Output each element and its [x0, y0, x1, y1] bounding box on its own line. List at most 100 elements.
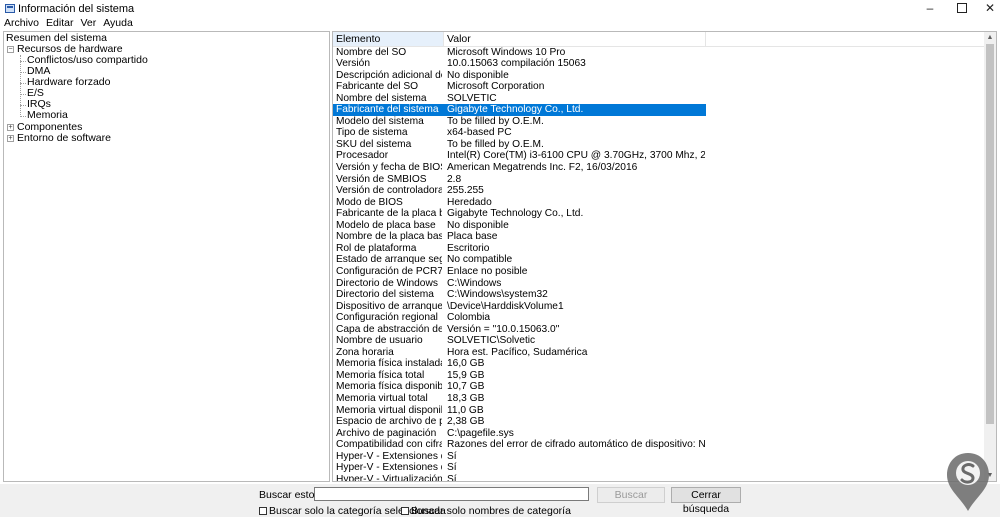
- table-row[interactable]: Procesador Intel(R) Core(TM) i3-6100 CPU …: [333, 150, 706, 162]
- table-row[interactable]: Rol de plataforma Escritorio: [333, 243, 706, 255]
- checkbox-box[interactable]: [401, 506, 409, 515]
- system-info-icon: [5, 4, 15, 13]
- search-input[interactable]: [314, 487, 589, 501]
- column-header-element[interactable]: Elemento: [333, 32, 444, 46]
- table-row[interactable]: Directorio del sistema C:\Windows\system3…: [333, 289, 706, 301]
- cell-element: Espacio de archivo de paginaci...: [336, 416, 442, 428]
- cell-element: Dispositivo de arranque: [336, 300, 442, 312]
- table-row[interactable]: Dispositivo de arranque \Device\HarddiskV…: [333, 301, 706, 313]
- cell-element: Memoria física total: [336, 369, 425, 381]
- cell-value: x64-based PC: [447, 127, 512, 139]
- table-row[interactable]: Versión 10.0.15063 compilación 15063: [333, 58, 706, 70]
- menu-ayuda[interactable]: Ayuda: [99, 17, 136, 30]
- menu-ver[interactable]: Ver: [76, 17, 99, 30]
- table-row[interactable]: Modelo de placa base No disponible: [333, 220, 706, 232]
- cell-value: Gigabyte Technology Co., Ltd.: [447, 104, 584, 116]
- table-row[interactable]: Directorio de Windows C:\Windows: [333, 278, 706, 290]
- table-row[interactable]: Versión y fecha de BIOS American Megatren…: [333, 162, 706, 174]
- table-row[interactable]: Versión de controladora integr... 255.255: [333, 185, 706, 197]
- menu-editar[interactable]: Editar: [42, 17, 76, 30]
- table-row[interactable]: Memoria física disponible 10,7 GB: [333, 381, 706, 393]
- cell-value: No disponible: [447, 69, 509, 81]
- table-row[interactable]: Archivo de paginación C:\pagefile.sys: [333, 428, 706, 440]
- cell-element: Modelo del sistema: [336, 115, 424, 127]
- search-panel: Buscar esto: Buscar Cerrar búsqueda Busc…: [0, 484, 1000, 517]
- cell-element: Descripción adicional del SO: [336, 69, 442, 81]
- scroll-thumb[interactable]: [986, 44, 994, 424]
- cell-value: Razones del error de cifrado automático …: [447, 439, 705, 451]
- vertical-scrollbar[interactable]: ▲ ▼: [984, 32, 996, 481]
- table-row[interactable]: Nombre del SO Microsoft Windows 10 Pro: [333, 47, 706, 59]
- cell-value: 2,38 GB: [447, 416, 485, 428]
- minimize-button[interactable]: –: [915, 0, 945, 17]
- table-row[interactable]: Nombre de usuario SOLVETIC\Solvetic: [333, 335, 706, 347]
- table-row[interactable]: Nombre del sistema SOLVETIC: [333, 93, 706, 105]
- table-row[interactable]: Fabricante de la placa base Gigabyte Tech…: [333, 208, 706, 220]
- table-row[interactable]: Memoria física total 15,9 GB: [333, 370, 706, 382]
- table-row[interactable]: Estado de arranque seguro No compatible: [333, 254, 706, 266]
- cell-value: Escritorio: [447, 242, 490, 254]
- table-row[interactable]: Configuración de PCR7 Enlace no posible: [333, 266, 706, 278]
- close-search-button[interactable]: Cerrar búsqueda: [671, 487, 741, 515]
- solvetic-logo: [947, 453, 989, 511]
- scroll-up-icon[interactable]: ▲: [984, 32, 996, 43]
- expand-icon[interactable]: +: [7, 124, 14, 131]
- table-row[interactable]: Capa de abstracción de hardw... Versión =…: [333, 324, 706, 336]
- close-button[interactable]: ✕: [975, 0, 1000, 17]
- cell-element: Rol de plataforma: [336, 242, 417, 254]
- table-row[interactable]: Descripción adicional del SO No disponibl…: [333, 70, 706, 82]
- cell-value: 18,3 GB: [447, 393, 485, 404]
- table-row[interactable]: Compatibilidad con cifrado de ... Razones…: [333, 439, 706, 451]
- cell-value: SOLVETIC: [447, 92, 497, 104]
- cell-element: Modelo de placa base: [336, 219, 436, 231]
- cell-element: Zona horaria: [336, 346, 394, 358]
- table-row[interactable]: SKU del sistema To be filled by O.E.M.: [333, 139, 706, 151]
- search-button[interactable]: Buscar: [597, 487, 665, 503]
- cell-element: Nombre de usuario: [336, 335, 423, 347]
- cell-element: Compatibilidad con cifrado de ...: [336, 439, 442, 451]
- maximize-button[interactable]: [947, 0, 977, 17]
- cell-value: Gigabyte Technology Co., Ltd.: [447, 208, 584, 220]
- cell-element: Memoria física disponible: [336, 381, 442, 393]
- cell-element: Fabricante del SO: [336, 81, 419, 93]
- checkbox-box[interactable]: [259, 506, 267, 515]
- cell-value: 2.8: [447, 173, 462, 185]
- cell-element: Configuración de PCR7: [336, 265, 442, 277]
- maximize-icon: [957, 2, 967, 13]
- table-row[interactable]: Fabricante del SO Microsoft Corporation: [333, 81, 706, 93]
- table-row[interactable]: Hyper-V - Extensiones de tradu... Sí: [333, 462, 706, 474]
- cell-element: Directorio del sistema: [336, 289, 434, 301]
- search-category-names-checkbox[interactable]: Buscar solo nombres de categoría: [401, 505, 571, 517]
- cell-value: 10.0.15063 compilación 15063: [447, 58, 586, 70]
- details-list[interactable]: Elemento Valor Nombre del SO Microsoft Wi…: [332, 31, 997, 482]
- table-row[interactable]: Espacio de archivo de paginaci... 2,38 GB: [333, 416, 706, 428]
- cell-element: Fabricante del sistema: [336, 104, 439, 116]
- table-row[interactable]: Hyper-V - Extensiones de mod... Sí: [333, 451, 706, 463]
- cell-element: Estado de arranque seguro: [336, 254, 442, 266]
- table-row[interactable]: Memoria virtual total 18,3 GB: [333, 393, 706, 405]
- table-row[interactable]: Modo de BIOS Heredado: [333, 197, 706, 209]
- cell-value: Microsoft Windows 10 Pro: [447, 46, 566, 58]
- column-header-value[interactable]: Valor: [444, 32, 706, 46]
- collapse-icon[interactable]: −: [7, 46, 14, 53]
- tree-item-software-environment[interactable]: Entorno de software: [17, 133, 111, 144]
- table-row[interactable]: Fabricante del sistema Gigabyte Technolog…: [333, 104, 706, 116]
- cell-value: No compatible: [447, 254, 513, 266]
- tree-item-memory[interactable]: Memoria: [27, 110, 68, 121]
- cell-element: Hyper-V - Virtualización habilit...: [336, 473, 442, 482]
- expand-icon[interactable]: +: [7, 135, 14, 142]
- cell-element: Modo de BIOS: [336, 196, 403, 208]
- table-row[interactable]: Modelo del sistema To be filled by O.E.M.: [333, 116, 706, 128]
- tree-connector: [20, 61, 26, 62]
- category-tree[interactable]: Resumen del sistema − Recursos de hardwa…: [3, 31, 330, 482]
- table-row[interactable]: Versión de SMBIOS 2.8: [333, 174, 706, 186]
- table-row[interactable]: Configuración regional Colombia: [333, 312, 706, 324]
- table-row[interactable]: Hyper-V - Virtualización habilit... Sí: [333, 473, 706, 482]
- table-row[interactable]: Tipo de sistema x64-based PC: [333, 127, 706, 139]
- menu-archivo[interactable]: Archivo: [0, 17, 42, 30]
- table-row[interactable]: Zona horaria Hora est. Pacífico, Sudaméri…: [333, 347, 706, 359]
- cell-element: Versión de controladora integr...: [336, 185, 442, 197]
- table-row[interactable]: Nombre de la placa base Placa base: [333, 231, 706, 243]
- table-row[interactable]: Memoria virtual disponible 11,0 GB: [333, 405, 706, 417]
- table-row[interactable]: Memoria física instalada (RAM) 16,0 GB: [333, 358, 706, 370]
